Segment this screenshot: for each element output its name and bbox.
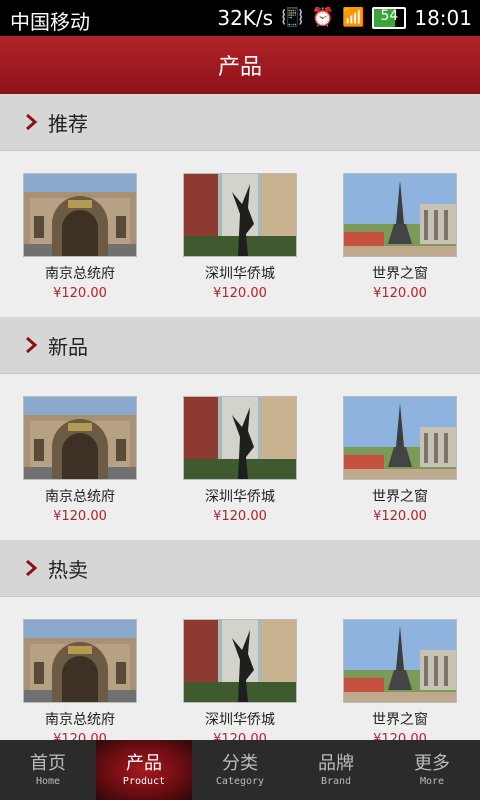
product-price: ¥120.00 [373,509,427,524]
product-price: ¥120.00 [373,732,427,740]
product-name: 深圳华侨城 [205,489,275,505]
product-price: ¥120.00 [53,732,107,740]
tab-label: 品牌 [318,752,354,774]
tab-label: 更多 [414,752,450,774]
product-price: ¥120.00 [53,509,107,524]
battery-level: 54 [380,8,399,24]
product-card[interactable]: 深圳华侨城 ¥120.00 [170,173,310,301]
tab-product[interactable]: 产品 Product [96,740,192,800]
product-price: ¥120.00 [213,286,267,301]
product-grid: 南京总统府 ¥120.00 深圳华侨城 ¥120.00 世界之窗 ¥120.00 [0,151,480,317]
product-image[interactable] [23,619,137,703]
product-price: ¥120.00 [373,286,427,301]
product-image[interactable] [183,396,297,480]
battery-icon: 54 [372,7,407,29]
product-card[interactable]: 深圳华侨城 ¥120.00 [170,619,310,740]
product-name: 南京总统府 [45,266,115,282]
product-name: 深圳华侨城 [205,266,275,282]
product-image[interactable] [23,173,137,257]
tab-sublabel: Product [122,775,166,787]
product-image[interactable] [183,173,297,257]
app-bar: 产品 [0,36,480,94]
product-image[interactable] [343,619,457,703]
page-title: 产品 [217,55,262,80]
product-name: 世界之窗 [372,266,428,282]
tab-label: 首页 [30,752,66,774]
product-card[interactable]: 世界之窗 ¥120.00 [330,173,470,301]
status-bar: 中国移动 32K/s 📳 ⏰ 📶 54 18:01 [0,0,480,36]
product-price: ¥120.00 [213,732,267,740]
section-title: 新品 [48,334,88,359]
wifi-icon: 📶 [341,7,365,28]
product-card[interactable]: 深圳华侨城 ¥120.00 [170,396,310,524]
tab-sublabel: Category [215,775,265,787]
product-name: 南京总统府 [45,712,115,728]
product-name: 深圳华侨城 [205,712,275,728]
tab-label: 产品 [126,752,162,774]
vibrate-icon: 📳 [281,7,304,28]
carrier-label: 中国移动 [10,10,90,34]
section-title: 推荐 [48,111,88,136]
product-image[interactable] [183,619,297,703]
section-header[interactable]: 热卖 [0,540,480,597]
product-name: 世界之窗 [372,489,428,505]
section-header[interactable]: 推荐 [0,94,480,151]
product-price: ¥120.00 [213,509,267,524]
product-price: ¥120.00 [53,286,107,301]
tab-sublabel: Home [35,775,61,787]
tab-home[interactable]: 首页 Home [0,740,96,800]
product-content[interactable]: 推荐 南京总统府 ¥120.00 深圳华侨城 ¥120.00 世界之窗 ¥120… [0,94,480,740]
product-card[interactable]: 南京总统府 ¥120.00 [10,173,150,301]
tab-sublabel: Brand [320,775,352,787]
section-header[interactable]: 新品 [0,317,480,374]
alarm-icon: ⏰ [311,7,334,28]
chevron-right-icon [26,113,38,131]
product-card[interactable]: 世界之窗 ¥120.00 [330,396,470,524]
chevron-right-icon [26,336,38,354]
product-name: 世界之窗 [372,712,428,728]
tab-more[interactable]: 更多 More [384,740,480,800]
clock: 18:01 [414,6,472,30]
tab-category[interactable]: 分类 Category [192,740,288,800]
product-name: 南京总统府 [45,489,115,505]
product-image[interactable] [343,396,457,480]
chevron-right-icon [26,559,38,577]
product-image[interactable] [343,173,457,257]
product-grid: 南京总统府 ¥120.00 深圳华侨城 ¥120.00 世界之窗 ¥120.00 [0,597,480,740]
section-title: 热卖 [48,557,88,582]
product-image[interactable] [23,396,137,480]
product-grid: 南京总统府 ¥120.00 深圳华侨城 ¥120.00 世界之窗 ¥120.00 [0,374,480,540]
product-card[interactable]: 南京总统府 ¥120.00 [10,619,150,740]
tab-brand[interactable]: 品牌 Brand [288,740,384,800]
product-card[interactable]: 世界之窗 ¥120.00 [330,619,470,740]
bottom-nav: 首页 Home 产品 Product 分类 Category 品牌 Brand … [0,740,480,800]
tab-label: 分类 [222,752,258,774]
product-card[interactable]: 南京总统府 ¥120.00 [10,396,150,524]
tab-sublabel: More [419,775,445,787]
network-speed: 32K/s [217,6,274,30]
